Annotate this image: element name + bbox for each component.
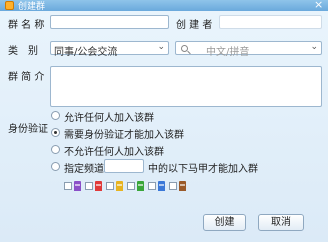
- category-select[interactable]: 同事/公会交流 ⌄: [50, 41, 169, 58]
- auth-label: 身份验证: [8, 124, 48, 135]
- creator-field: [219, 15, 322, 29]
- group-name-input[interactable]: [50, 15, 169, 29]
- vest-checkbox-4[interactable]: [127, 182, 135, 190]
- vest-checkbox-3[interactable]: [106, 182, 114, 190]
- yellow-vest-icon: [116, 181, 123, 191]
- app-icon: [5, 1, 14, 10]
- search-placeholder: 中文/拼音: [206, 47, 250, 58]
- auth-option-channel-label: 指定频道: [64, 164, 104, 175]
- auth-option-channel-radio[interactable]: [51, 162, 60, 171]
- dialog-body: 群 名 称 创 建 者 类 别 同事/公会交流 ⌄ 中文/拼音 ⌄ 群 简 介 …: [0, 11, 328, 242]
- title-bar: 创建群 ×: [0, 0, 328, 12]
- vest-checkbox-6[interactable]: [169, 182, 177, 190]
- creator-label: 创 建 者: [176, 20, 213, 31]
- channel-suffix-text: 中的以下马甲才能加入群: [148, 164, 258, 175]
- vest-checkbox-5[interactable]: [148, 182, 156, 190]
- blue-vest-icon: [158, 181, 165, 191]
- search-icon: [181, 45, 188, 52]
- auth-option-deny-all-radio[interactable]: [51, 145, 60, 154]
- channel-input[interactable]: [104, 159, 144, 173]
- intro-textarea[interactable]: [50, 66, 322, 107]
- search-combo[interactable]: 中文/拼音 ⌄: [175, 41, 322, 58]
- vest-checkbox-1[interactable]: [64, 182, 72, 190]
- auth-option-deny-all-label: 不允许任何人加入该群: [64, 147, 164, 158]
- vest-checkbox-2[interactable]: [85, 182, 93, 190]
- brown-vest-icon: [179, 181, 186, 191]
- create-button[interactable]: 创建: [203, 214, 246, 231]
- auth-option-verify-radio[interactable]: [51, 128, 60, 137]
- auth-option-verify-label: 需要身份验证才能加入该群: [64, 130, 184, 141]
- group-name-label: 群 名 称: [8, 20, 45, 31]
- intro-label: 群 简 介: [8, 72, 45, 83]
- green-vest-icon: [137, 181, 144, 191]
- chevron-down-icon: ⌄: [157, 42, 165, 52]
- chevron-down-icon: ⌄: [310, 42, 318, 52]
- auth-option-allow-all-label: 允许任何人加入该群: [64, 113, 154, 124]
- create-group-window: 创建群 × 群 名 称 创 建 者 类 别 同事/公会交流 ⌄ 中文/拼音 ⌄ …: [0, 0, 328, 242]
- purple-vest-icon: [74, 181, 81, 191]
- close-icon[interactable]: ×: [314, 0, 323, 11]
- cancel-button[interactable]: 取消: [258, 214, 304, 231]
- red-vest-icon: [95, 181, 102, 191]
- category-value: 同事/公会交流: [54, 47, 118, 58]
- category-label: 类 别: [8, 46, 38, 57]
- auth-option-allow-all-radio[interactable]: [51, 111, 60, 120]
